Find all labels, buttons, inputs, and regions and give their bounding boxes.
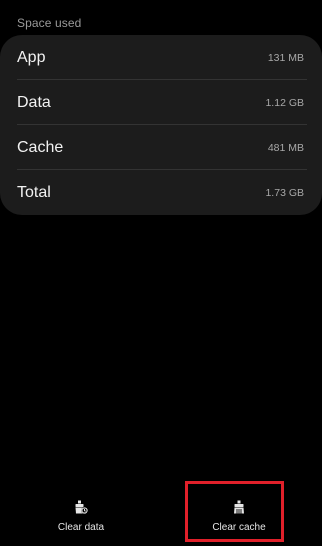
storage-row-value: 131 MB [267,51,304,64]
storage-row-value: 1.12 GB [265,96,304,109]
storage-row-data: Data 1.12 GB [0,80,322,125]
storage-card: App 131 MB Data 1.12 GB Cache 481 MB Tot… [0,35,322,215]
storage-row-label: Data [17,93,51,111]
storage-row-cache: Cache 481 MB [0,125,322,170]
section-label-space-used: Space used [17,16,82,30]
storage-row-label: Total [17,183,51,201]
clear-data-icon [75,500,88,514]
storage-row-app: App 131 MB [0,35,322,80]
storage-row-label: App [17,48,46,66]
storage-row-total: Total 1.73 GB [0,170,322,215]
highlight-box [185,481,284,542]
storage-row-value: 481 MB [267,141,304,154]
storage-row-label: Cache [17,138,64,156]
clear-data-button[interactable]: Clear data [41,480,121,546]
storage-row-value: 1.73 GB [265,186,304,199]
clear-data-label: Clear data [57,522,105,533]
